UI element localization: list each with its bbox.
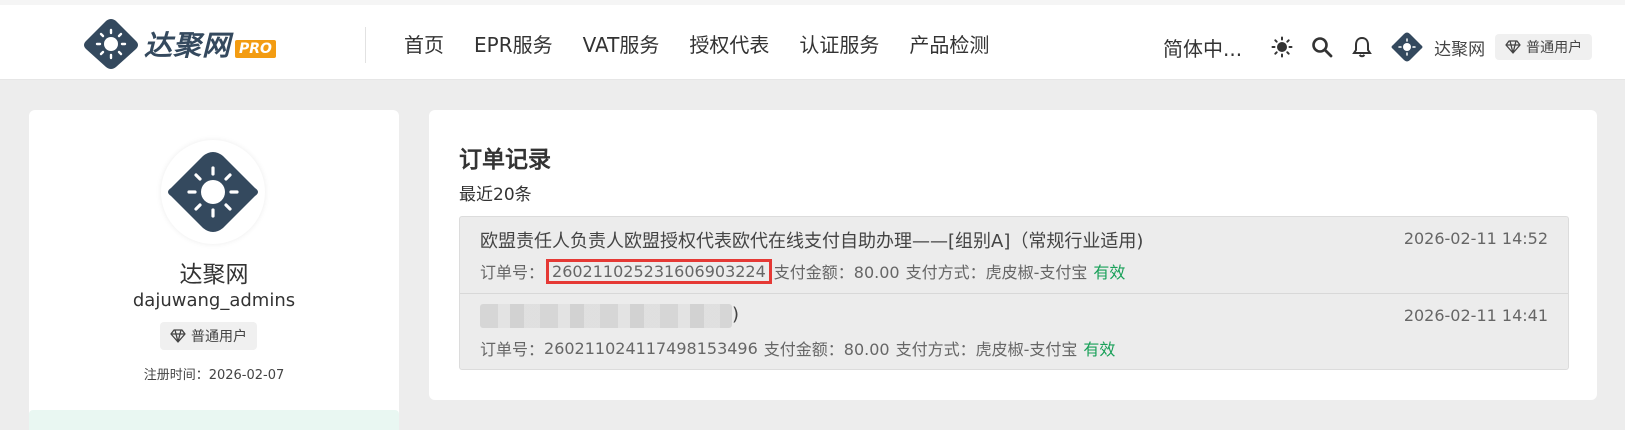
order-status: 有效 xyxy=(1083,340,1116,359)
nav-home[interactable]: 首页 xyxy=(404,29,444,61)
order-amount: 支付金额：80.00 xyxy=(763,340,890,359)
order-number-label: 订单号： xyxy=(480,263,545,282)
theme-toggle-sun-icon[interactable] xyxy=(1270,35,1294,59)
order-number: 26021102411749815349​6 xyxy=(544,338,758,358)
logo-sun-icon xyxy=(84,19,138,69)
profile-register-time: 注册时间：2026-02-07 xyxy=(143,368,285,383)
order-payment-method: 支付方式：虎皮椒-支付宝 xyxy=(895,340,1078,359)
language-selector[interactable]: 简体中... xyxy=(1163,33,1242,62)
user-avatar-icon[interactable] xyxy=(1390,32,1424,62)
logo-pro-badge: PRO xyxy=(235,40,276,58)
profile-card: 达聚网 dajuwang_admins 普通用户 注册时间：2026-02-07 xyxy=(29,110,399,430)
order-list: 欧盟责任人负责人欧盟授权代表欧代在线支付自助办理——[组别A]（常规行业适用) … xyxy=(459,216,1569,370)
profile-menu-strip[interactable] xyxy=(29,410,399,430)
site-logo[interactable]: 达聚网 PRO xyxy=(82,19,276,69)
orders-title: 订单记录 xyxy=(459,147,551,173)
nav-authorized-rep[interactable]: 授权代表 xyxy=(689,29,769,61)
logo-text: 达聚网 xyxy=(144,29,232,62)
profile-name: 达聚网 xyxy=(179,262,249,288)
header-username[interactable]: 达聚网 xyxy=(1434,35,1485,60)
header-divider xyxy=(365,27,366,63)
order-records-card: 订单记录 最近20条 欧盟责任人负责人欧盟授权代表欧代在线支付自助办理——[组别… xyxy=(429,110,1597,400)
order-payment-method: 支付方式：虎皮椒-支付宝 xyxy=(905,263,1088,282)
order-row[interactable]: 欧盟责任人负责人欧盟授权代表欧代在线支付自助办理——[组别A]（常规行业适用) … xyxy=(460,217,1568,293)
order-title: 欧盟责任人负责人欧盟授权代表欧代在线支付自助办理——[组别A]（常规行业适用) xyxy=(480,231,1144,252)
main-nav: 首页 EPR服务 VAT服务 授权代表 认证服务 产品检测 xyxy=(404,29,1019,61)
header-actions: 简体中... 达聚网 普通用户 xyxy=(1163,29,1593,65)
order-number-label: 订单号： xyxy=(480,340,545,359)
order-meta: 订单号： 26021102523160690​3224 支付金额：80.00 支… xyxy=(480,258,1126,284)
top-navbar: 达聚网 PRO 首页 EPR服务 VAT服务 授权代表 认证服务 产品检测 简体… xyxy=(0,5,1625,80)
search-icon[interactable] xyxy=(1310,35,1334,59)
order-title-redacted xyxy=(480,304,732,328)
profile-avatar-sun-icon xyxy=(168,152,258,232)
nav-certification[interactable]: 认证服务 xyxy=(799,29,879,61)
orders-subtitle: 最近20条 xyxy=(459,185,532,205)
profile-avatar xyxy=(161,140,265,244)
nav-epr[interactable]: EPR服务 xyxy=(474,29,553,61)
bell-icon[interactable] xyxy=(1350,35,1374,59)
order-meta: 订单号： 26021102411749815349​6 支付金额：80.00 支… xyxy=(480,336,1115,360)
order-title-tail: ) xyxy=(732,304,740,325)
order-date: 2026-02-11 14:41 xyxy=(1403,306,1548,325)
header-role-badge: 普通用户 xyxy=(1495,34,1593,60)
nav-vat[interactable]: VAT服务 xyxy=(583,29,660,61)
order-status: 有效 xyxy=(1093,263,1126,282)
order-row[interactable]: ) 2026-02-11 14:41 订单号： 2602110241174981… xyxy=(460,293,1568,369)
header-role-label: 普通用户 xyxy=(1526,40,1583,56)
diamond-icon xyxy=(170,329,186,343)
order-amount: 支付金额：80.00 xyxy=(773,263,900,282)
diamond-icon xyxy=(1505,40,1521,54)
nav-product-testing[interactable]: 产品检测 xyxy=(909,29,989,61)
order-date: 2026-02-11 14:52 xyxy=(1403,229,1548,248)
profile-role-badge: 普通用户 xyxy=(160,322,257,350)
profile-account: dajuwang_admins xyxy=(132,290,296,311)
order-number-highlighted: 26021102523160690​3224 xyxy=(546,258,772,284)
profile-role-label: 普通用户 xyxy=(191,329,247,345)
